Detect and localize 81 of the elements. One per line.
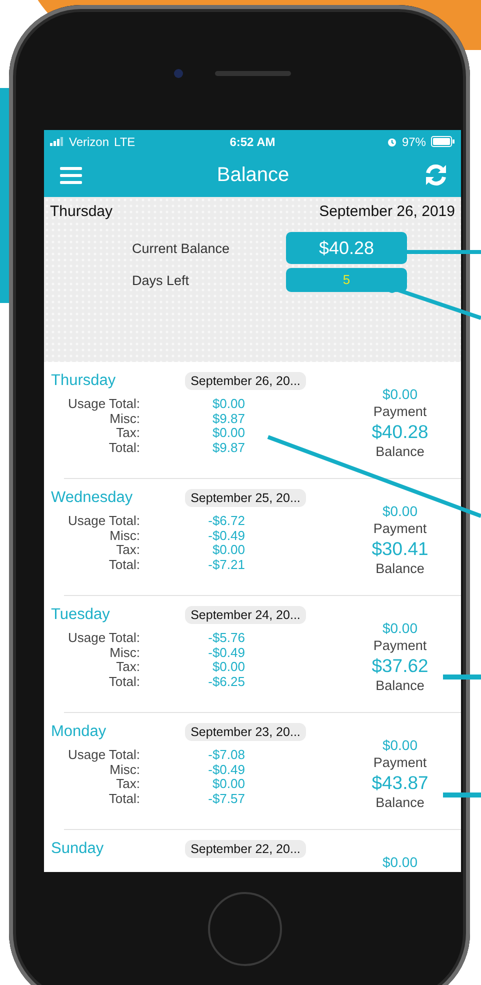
amount-value: -$7.08 (207, 747, 245, 762)
balance-amount: $40.28 (372, 420, 428, 444)
amount-value: -$0.49 (207, 644, 245, 659)
days-left-value: 5 (286, 268, 407, 292)
balance-amount: $43.87 (372, 771, 428, 795)
payment-label: Payment (373, 404, 427, 420)
screen-title: Balance (216, 164, 290, 186)
refresh-icon (424, 164, 448, 186)
network-type: LTE (114, 134, 136, 148)
line-label: Misc: (108, 762, 140, 776)
amount-value: $0.00 (211, 542, 245, 556)
menu-icon (60, 166, 82, 184)
alarm-clock-icon (386, 136, 397, 146)
line-label: Misc: (108, 644, 140, 659)
amount-value: -$7.57 (207, 790, 245, 805)
field-label: Days Left (132, 272, 190, 288)
battery-icon (430, 136, 455, 147)
payment-label: Payment (373, 755, 427, 771)
balance-label: Balance (376, 561, 424, 577)
home-button[interactable] (208, 892, 282, 966)
weekday-label: Wednesday (51, 489, 134, 507)
balance-label: Balance (376, 444, 424, 460)
signal-icon (50, 137, 64, 146)
camera-lens (174, 68, 183, 78)
balance-label: Balance (376, 678, 424, 694)
leader-line (443, 792, 481, 798)
amount-value: $0.00 (211, 425, 245, 440)
weekday-label: Thursday (50, 203, 113, 220)
current-balance-value: $40.28 (286, 232, 407, 264)
date-chip: September 24, 20... (185, 606, 306, 624)
line-label: Total: (108, 440, 140, 454)
date-chip: September 23, 20... (185, 723, 306, 741)
amount-value: -$0.49 (207, 762, 245, 776)
payment-amount: $0.00 (382, 736, 418, 755)
weekday-label: Thursday (51, 372, 117, 390)
line-label: Total: (108, 674, 140, 688)
line-label: Tax: (115, 776, 140, 790)
field-label: Current Balance (132, 240, 231, 256)
amount-value: -$6.25 (207, 674, 245, 688)
balance-label: Balance (376, 795, 424, 811)
payment-amount: $0.00 (382, 853, 418, 872)
line-label: Usage Total: (66, 630, 140, 644)
line-label: Usage Total: (66, 747, 140, 762)
payment-amount: $0.00 (382, 619, 418, 638)
date-chip: September 22, 20... (185, 840, 306, 858)
leader-line (443, 674, 481, 680)
amount-value: -$0.49 (207, 528, 245, 542)
weekday-label: Sunday (51, 840, 105, 858)
date-chip: September 25, 20... (185, 489, 306, 507)
line-label: Usage Total: (66, 513, 140, 528)
line-label: Tax: (115, 542, 140, 556)
line-label: Total: (108, 790, 140, 805)
balance-amount: $37.62 (372, 654, 428, 678)
amount-value: $0.00 (211, 776, 245, 790)
line-label: Tax: (115, 425, 140, 440)
line-label: Total: (108, 556, 140, 571)
date-chip: September 26, 20... (185, 372, 306, 390)
amount-value: $0.00 (211, 659, 245, 674)
payment-amount: $0.00 (382, 385, 418, 404)
balance-amount: $30.41 (372, 537, 428, 561)
line-label: Tax: (115, 659, 140, 674)
payment-label: Payment (373, 638, 427, 654)
carrier-name: Verizon (69, 134, 110, 148)
clock-time: 6:52 AM (230, 134, 276, 148)
line-label: Misc: (108, 528, 140, 542)
line-label: Usage Total: (66, 396, 140, 410)
amount-value: -$5.76 (207, 630, 245, 644)
amount-value: $9.87 (211, 440, 245, 454)
payment-label: Payment (373, 521, 427, 537)
menu-button[interactable] (60, 166, 82, 184)
refresh-button[interactable] (424, 164, 448, 186)
weekday-label: Monday (51, 723, 108, 741)
weekday-label: Tuesday (51, 606, 111, 624)
date-label: September 26, 2019 (319, 203, 455, 220)
line-label: Misc: (108, 410, 140, 425)
amount-value: $0.00 (211, 396, 245, 410)
battery-percent: 97% (402, 134, 426, 148)
amount-value: -$7.21 (207, 556, 245, 571)
amount-value: $9.87 (211, 410, 245, 425)
payment-amount: $0.00 (382, 502, 418, 521)
amount-value: -$6.72 (207, 513, 245, 528)
